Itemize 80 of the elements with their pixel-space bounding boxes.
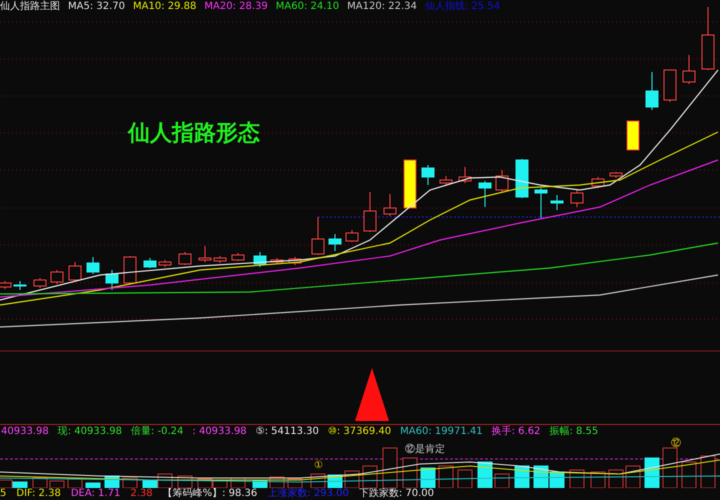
- candlestick: [534, 188, 548, 218]
- info-value: MA60: 19971.41: [400, 425, 483, 438]
- candlestick: [312, 216, 324, 256]
- signal-marker: ⑫是肯定: [405, 444, 445, 456]
- indicator-bar: [32, 478, 48, 488]
- indicator-bar: [50, 480, 64, 488]
- signal-triangle-icon: [355, 368, 389, 421]
- candlestick: [664, 70, 676, 102]
- candlestick: [232, 252, 244, 262]
- candlestick: [364, 192, 376, 232]
- candlestick: [86, 256, 100, 274]
- indicator-bar: [420, 468, 436, 488]
- candlestick: [144, 258, 156, 268]
- info-value: 振幅: 8.55: [549, 425, 598, 438]
- candlestick: [106, 270, 118, 290]
- candlestick: [570, 190, 584, 208]
- candlestick: [254, 252, 266, 268]
- indicator-bar: [662, 448, 678, 488]
- candlestick: [478, 180, 492, 208]
- candlestick: [68, 262, 82, 282]
- indicator-value: 上涨家数: 293.00: [267, 488, 349, 500]
- info-value: : 40933.98: [192, 425, 247, 438]
- info-value: 倍量: -0.24: [130, 425, 184, 438]
- indicator-bar: [382, 448, 398, 488]
- candlestick: [516, 158, 528, 198]
- indicator-value: 2.38: [130, 488, 153, 500]
- indicator-value: MA120: 22.34: [347, 0, 417, 13]
- indicator-value: 仙人指线: 25.54: [424, 0, 500, 13]
- candlestick: [178, 252, 192, 266]
- candlestick: [404, 160, 416, 208]
- indicator-value: MA10: 29.88: [133, 0, 196, 13]
- candlestick: [288, 256, 302, 266]
- pattern-label: 仙人指路形态: [128, 120, 260, 148]
- candlestick: [214, 256, 226, 264]
- indicator-value: DIF: 2.38: [16, 488, 61, 500]
- candlestick: [14, 280, 26, 290]
- indicator-value: 【筹码峰%】: 98.36: [162, 488, 258, 500]
- indicator-bar: [68, 478, 82, 488]
- info-value: ⑩: 37369.40: [328, 425, 392, 438]
- signal-marker: ⑫: [671, 438, 681, 450]
- info-value: ⑤: 54113.30: [256, 425, 319, 438]
- candlestick: [198, 246, 212, 262]
- candlestick: [682, 54, 696, 84]
- indicator-bar: [682, 462, 696, 488]
- candlestick: [328, 234, 342, 252]
- candlestick: [702, 6, 714, 70]
- info-value: 40933.98: [1, 425, 49, 438]
- indicator-bar: [86, 482, 100, 488]
- indicator-bar: [494, 474, 510, 488]
- indicator-value: MA5: 32.70: [68, 0, 126, 13]
- candlestick: [384, 194, 396, 216]
- candlestick: [158, 260, 172, 268]
- info-value: 现: 40933.98: [58, 425, 122, 438]
- indicator-value: 5: [0, 488, 6, 500]
- indicator-value: DEA: 1.71: [70, 488, 120, 500]
- candlestick: [496, 170, 508, 192]
- candlestick: [34, 278, 46, 288]
- candlestick: [592, 176, 604, 188]
- signal-marker: ①: [314, 460, 323, 472]
- candlestick: [50, 270, 64, 284]
- candlestick: [346, 230, 358, 242]
- indicator-bar: [644, 458, 660, 488]
- candlestick: [440, 176, 452, 186]
- candlestick: [646, 72, 658, 110]
- chart-title: 仙人指路主图: [0, 0, 60, 13]
- candlestick: [270, 258, 284, 264]
- candlestick: [422, 164, 434, 186]
- indicator-bar: [700, 456, 716, 488]
- indicator-bar: [438, 466, 454, 488]
- candlestick: [458, 166, 472, 184]
- indicator-bar: [402, 458, 418, 488]
- candlestick: [626, 120, 640, 150]
- indicator-value: MA60: 24.10: [276, 0, 340, 13]
- indicator-value: 下跌家数: 70.00: [358, 488, 434, 500]
- candlestick: [124, 256, 136, 284]
- info-value: 换手: 6.62: [492, 425, 540, 438]
- indicator-bar: [458, 470, 472, 488]
- candlestick: [610, 172, 622, 178]
- indicator-value: MA20: 28.39: [204, 0, 268, 13]
- candlestick: [550, 194, 564, 210]
